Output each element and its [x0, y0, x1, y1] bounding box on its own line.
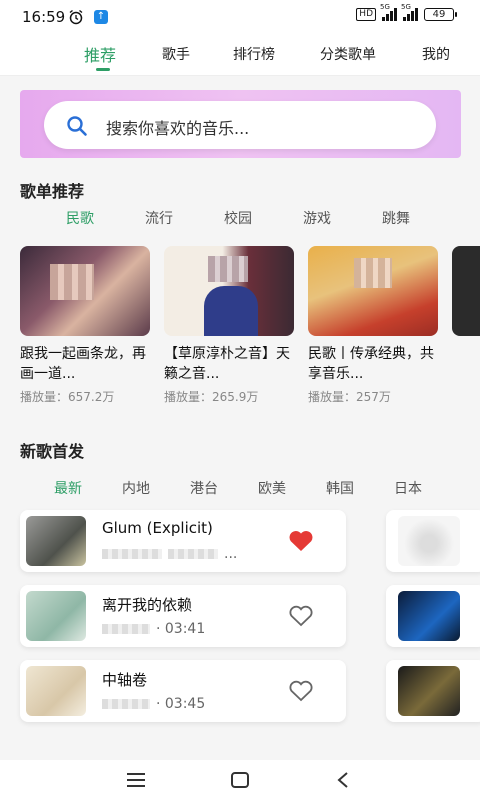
heart-outline-icon[interactable]: [288, 680, 314, 702]
newsongs-section-title: 新歌首发: [20, 442, 85, 461]
search-placeholder: 搜索你喜欢的音乐...: [106, 119, 250, 138]
chip-korea[interactable]: 韩国: [326, 478, 354, 498]
chip-dance[interactable]: 跳舞: [382, 208, 410, 228]
tab-mine[interactable]: 我的: [422, 44, 450, 64]
song-name: Glum (Explicit): [102, 519, 213, 537]
playlist-card[interactable]: 【草原淳朴之音】天籁之音... 播放量：265.9万: [164, 246, 294, 405]
heart-outline-icon[interactable]: [288, 605, 314, 627]
status-time: 16:59: [22, 8, 66, 26]
playlist-plays: 播放量：657.2万: [20, 390, 115, 404]
playlist-title: 跟我一起画条龙，再画一道...: [20, 346, 146, 382]
song-cover: [26, 591, 86, 641]
song-cover: [26, 666, 86, 716]
active-tab-indicator: [96, 68, 110, 71]
chip-campus[interactable]: 校园: [224, 208, 252, 228]
song-item[interactable]: 中轴卷 · 03:45: [20, 660, 346, 722]
menu-icon[interactable]: [126, 772, 146, 788]
app-notification-icon: ↑: [94, 10, 108, 24]
status-bar: 16:59 ↑ HD 5G 5G 49: [0, 0, 480, 34]
song-cover: [398, 666, 460, 716]
signal-icon-2: 5G: [401, 3, 418, 21]
song-meta: · 03:45: [102, 696, 205, 712]
heart-filled-icon[interactable]: [288, 530, 314, 552]
song-meta: ...: [102, 546, 237, 562]
chip-pop[interactable]: 流行: [145, 208, 173, 228]
signal-icon: 5G: [380, 3, 397, 21]
chip-hk-tw[interactable]: 港台: [190, 478, 218, 498]
song-item[interactable]: 离开我的依赖 · 03:41: [20, 585, 346, 647]
playlist-cover: [20, 246, 150, 336]
back-icon[interactable]: [336, 771, 350, 789]
tab-charts[interactable]: 排行榜: [233, 44, 275, 64]
song-item-partial[interactable]: [386, 585, 480, 647]
newsongs-region-chips: 最新 内地 港台 欧美 韩国 日本: [0, 478, 480, 500]
playlist-cover: [164, 246, 294, 336]
song-item-partial[interactable]: [386, 510, 480, 572]
battery-icon: 49: [424, 8, 457, 21]
chip-folk[interactable]: 民歌: [66, 208, 94, 228]
playlist-plays: 播放量：265.9万: [164, 390, 259, 404]
playlist-plays: 播放量：257万: [308, 390, 391, 404]
song-name: 中轴卷: [102, 671, 148, 689]
playlist-category-chips: 民歌 流行 校园 游戏 跳舞: [0, 208, 480, 230]
playlist-section-title: 歌单推荐: [20, 182, 85, 201]
alarm-icon: [69, 9, 83, 25]
tab-singers[interactable]: 歌手: [162, 44, 190, 64]
song-item-partial[interactable]: [386, 660, 480, 722]
system-nav-bar: [0, 760, 480, 800]
song-name: 离开我的依赖: [102, 596, 193, 614]
home-icon[interactable]: [230, 771, 250, 789]
chip-japan[interactable]: 日本: [394, 478, 422, 498]
top-tab-bar: 推荐 歌手 排行榜 分类歌单 我的: [0, 34, 480, 76]
chip-latest[interactable]: 最新: [54, 478, 82, 498]
tab-category-playlists[interactable]: 分类歌单: [320, 44, 376, 64]
song-cover: [398, 591, 460, 641]
chip-western[interactable]: 欧美: [258, 478, 286, 498]
playlist-card[interactable]: 民歌丨传承经典，共享音乐... 播放量：257万: [308, 246, 438, 405]
chip-mainland[interactable]: 内地: [122, 478, 150, 498]
chip-game[interactable]: 游戏: [303, 208, 331, 228]
playlist-title: 民歌丨传承经典，共享音乐...: [308, 346, 434, 382]
song-item[interactable]: Glum (Explicit) ...: [20, 510, 346, 572]
playlist-cover: [308, 246, 438, 336]
song-cover: [26, 516, 86, 566]
song-meta: · 03:41: [102, 621, 205, 637]
hd-icon: HD: [356, 8, 376, 21]
playlist-card-partial[interactable]: [452, 246, 480, 336]
tab-recommend[interactable]: 推荐: [84, 42, 116, 66]
song-cover: [398, 516, 460, 566]
search-input[interactable]: 搜索你喜欢的音乐...: [44, 101, 436, 149]
playlist-card[interactable]: 跟我一起画条龙，再画一道... 播放量：657.2万: [20, 246, 150, 405]
playlist-title: 【草原淳朴之音】天籁之音...: [164, 346, 290, 382]
search-icon: [67, 116, 87, 136]
